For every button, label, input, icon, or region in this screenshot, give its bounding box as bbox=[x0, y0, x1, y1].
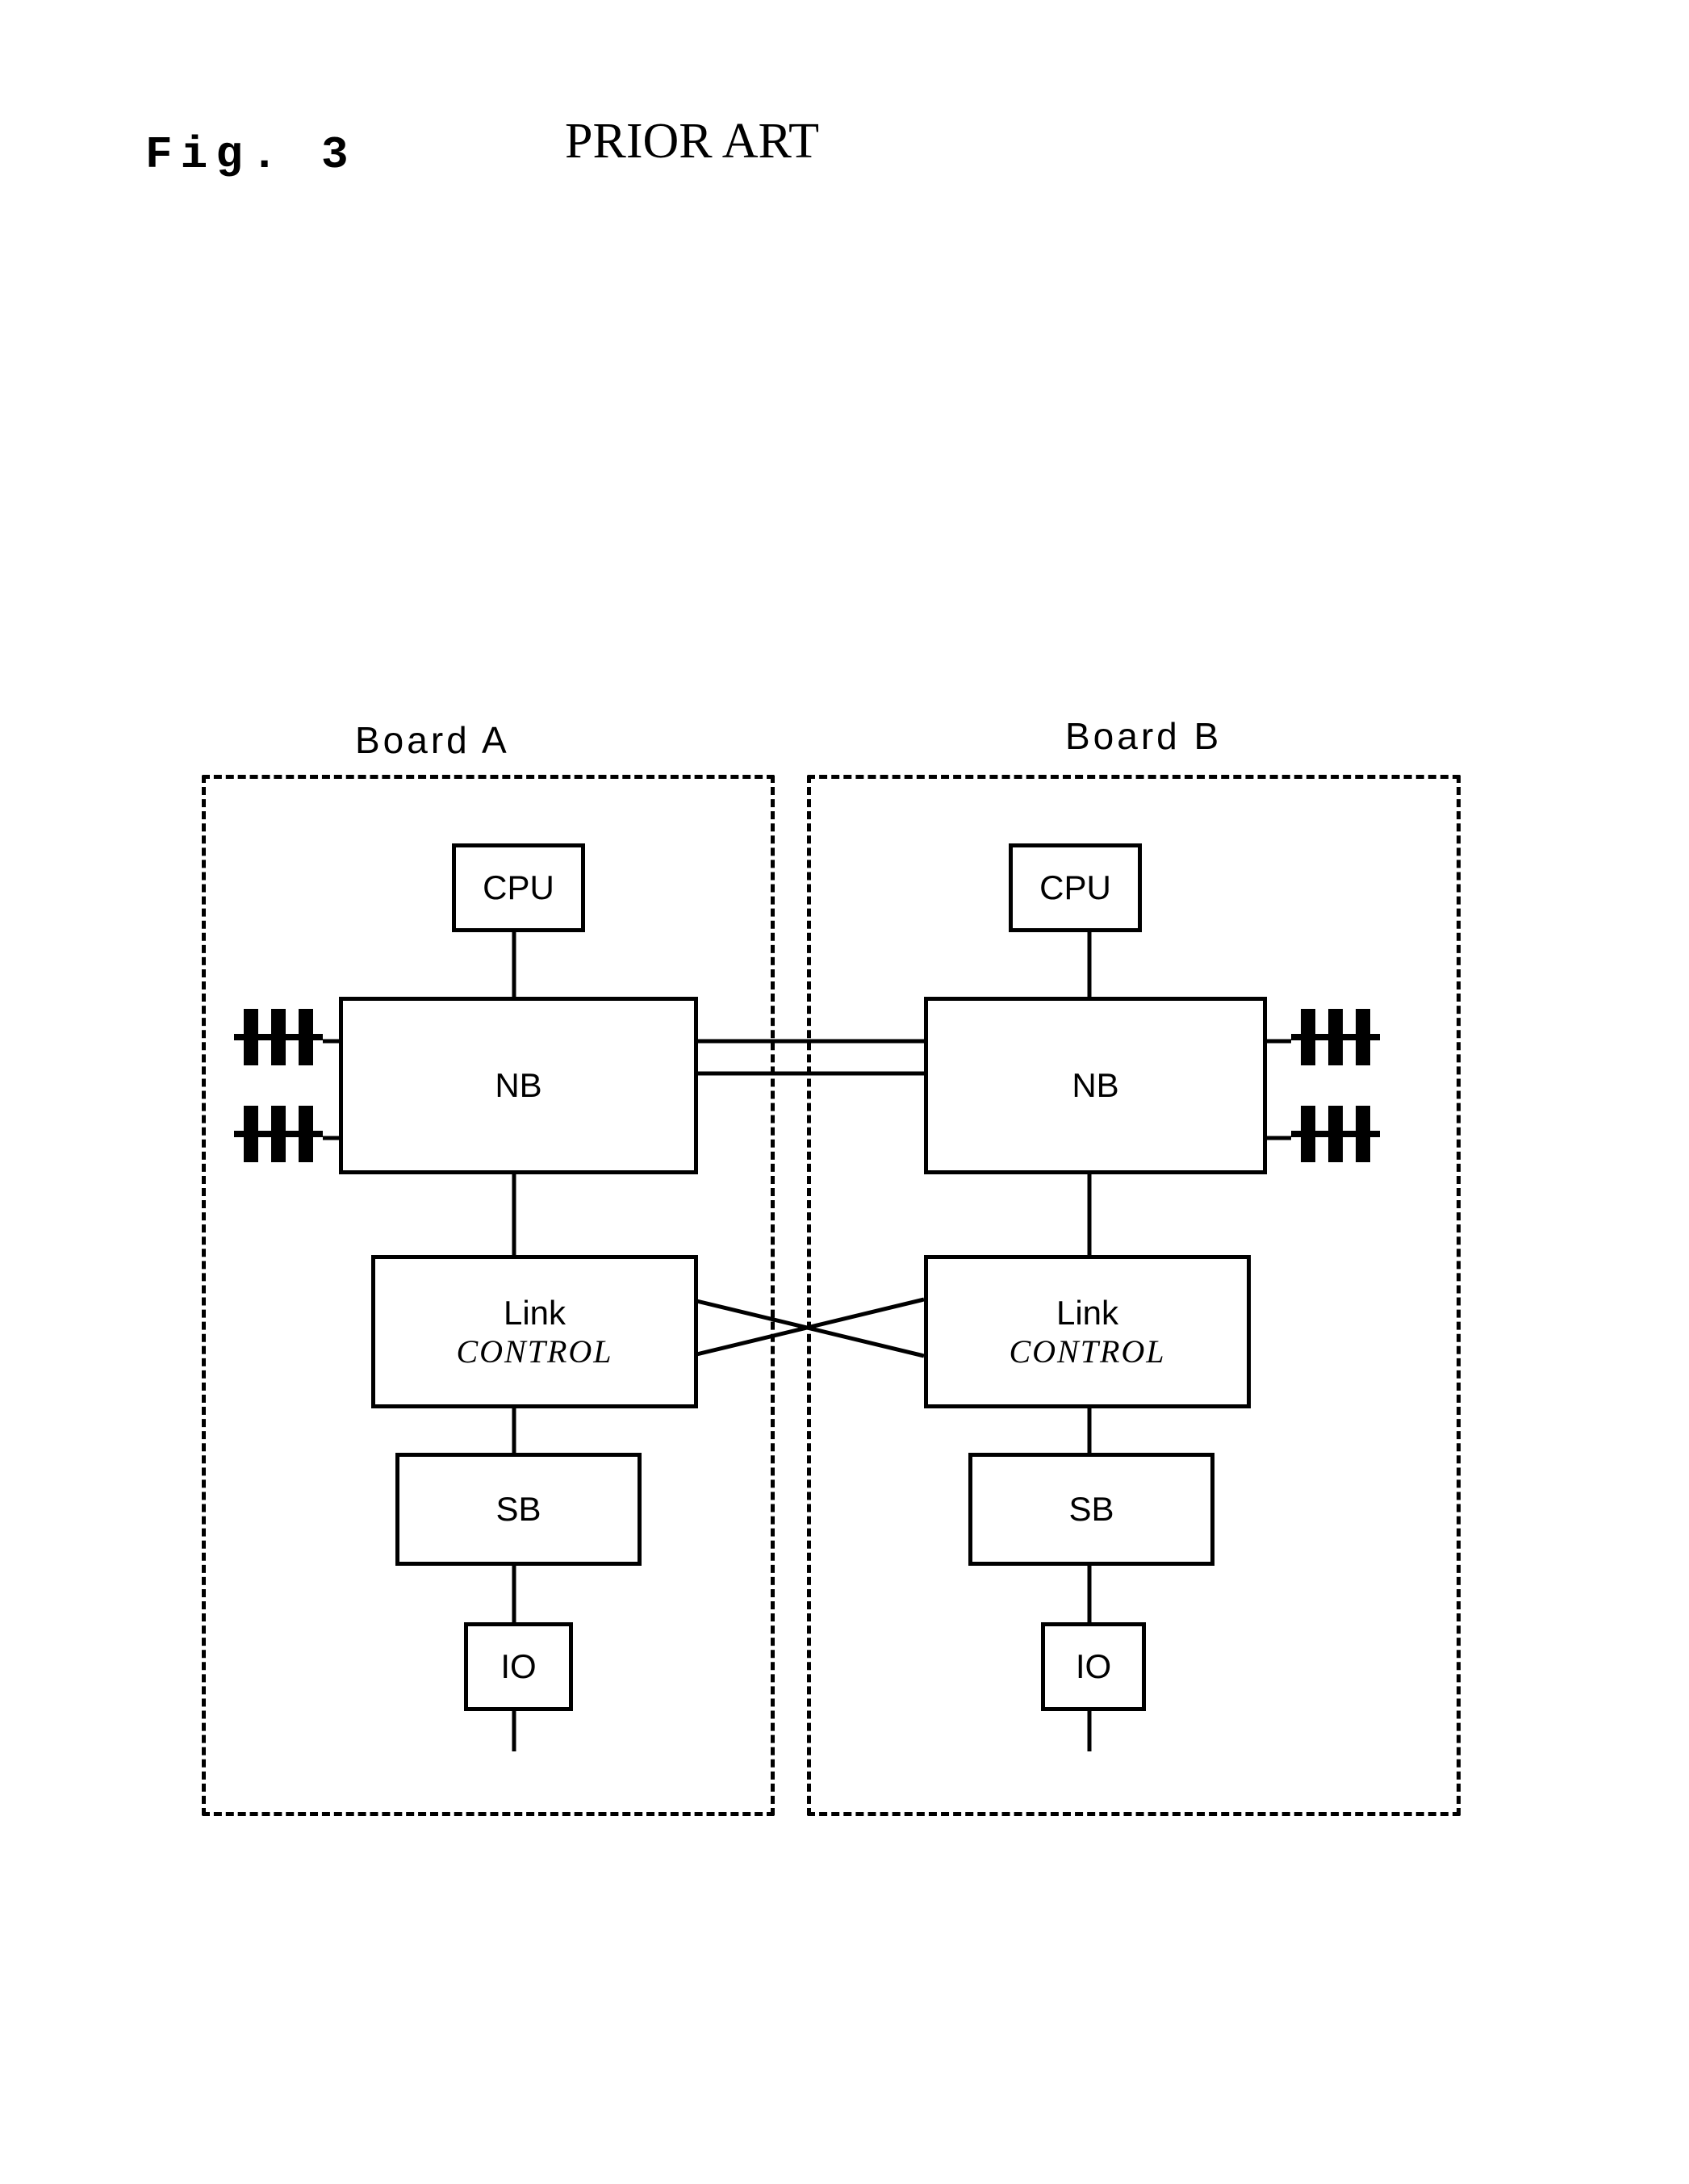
board-a-control-label: CONTROL bbox=[456, 1333, 612, 1370]
board-b-control-label: CONTROL bbox=[1009, 1333, 1165, 1370]
board-b-nb-label: NB bbox=[1072, 1066, 1118, 1105]
board-a-link-control: Link CONTROL bbox=[371, 1255, 698, 1408]
board-a-cpu: CPU bbox=[452, 843, 585, 932]
board-a-io-label: IO bbox=[500, 1647, 536, 1686]
board-b-cpu-label: CPU bbox=[1039, 868, 1111, 907]
board-a-io: IO bbox=[464, 1622, 573, 1711]
board-a-nb: NB bbox=[339, 997, 698, 1174]
board-b-io-label: IO bbox=[1076, 1647, 1111, 1686]
board-b-link-control: Link CONTROL bbox=[924, 1255, 1251, 1408]
board-a-cpu-label: CPU bbox=[483, 868, 554, 907]
board-b-sb-label: SB bbox=[1068, 1490, 1114, 1529]
memory-icon bbox=[1291, 1098, 1380, 1170]
memory-icon bbox=[234, 1098, 323, 1170]
board-b-title: Board B bbox=[1065, 714, 1222, 758]
page: Fig. 3 PRIOR ART Board A Board B bbox=[0, 0, 1689, 2184]
board-a-nb-label: NB bbox=[495, 1066, 541, 1105]
memory-icon bbox=[234, 1001, 323, 1073]
prior-art-label: PRIOR ART bbox=[565, 113, 819, 170]
memory-icon bbox=[1291, 1001, 1380, 1073]
board-a-sb: SB bbox=[395, 1453, 642, 1566]
board-b-link-label: Link bbox=[1056, 1294, 1118, 1333]
board-b-nb: NB bbox=[924, 997, 1267, 1174]
board-a-sb-label: SB bbox=[495, 1490, 541, 1529]
figure-label: Fig. 3 bbox=[145, 129, 357, 181]
board-b-io: IO bbox=[1041, 1622, 1146, 1711]
board-b-cpu: CPU bbox=[1009, 843, 1142, 932]
board-b-sb: SB bbox=[968, 1453, 1214, 1566]
board-a-link-label: Link bbox=[504, 1294, 566, 1333]
board-a-title: Board A bbox=[355, 718, 510, 762]
